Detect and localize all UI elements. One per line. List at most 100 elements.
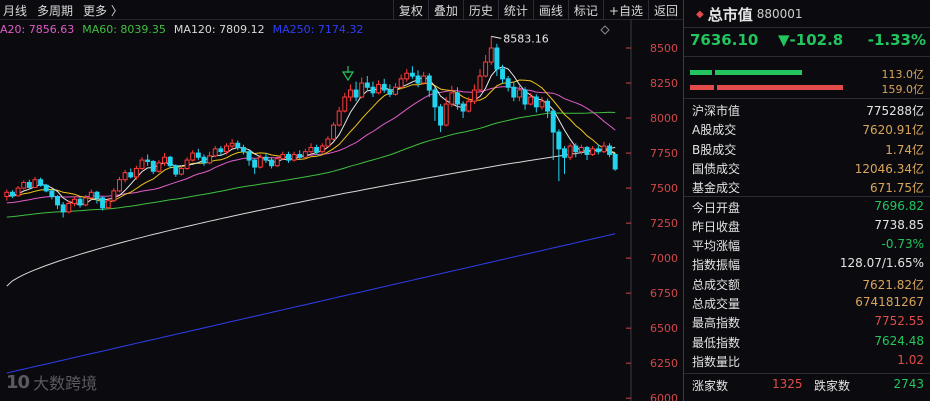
candle-body bbox=[111, 190, 117, 202]
decliners-count: 2743 bbox=[893, 377, 924, 391]
candle-body bbox=[528, 96, 534, 105]
chart-toolbar: 月线 多周期 更多 〉 复权 叠加 历史 统计 画线 标记 +自选 返回 bbox=[0, 0, 683, 20]
overlay-button[interactable]: 叠加 bbox=[427, 0, 463, 20]
candle-body bbox=[274, 158, 280, 167]
stat-value: 775288亿 bbox=[866, 104, 924, 118]
y-tick-label: 6750 bbox=[650, 287, 678, 300]
candle-body bbox=[77, 198, 83, 206]
candle-body bbox=[15, 187, 21, 197]
candle-body bbox=[314, 146, 320, 153]
stat-row-treasury-turnover: 国债成交 12046.34亿 bbox=[684, 159, 930, 177]
candle-body bbox=[263, 156, 269, 161]
stat-label: 基金成交 bbox=[692, 181, 741, 196]
stat-label: 最低指数 bbox=[692, 335, 741, 350]
y-tick-label: 8000 bbox=[650, 112, 678, 125]
candle-body bbox=[364, 82, 370, 88]
candle-body bbox=[240, 146, 246, 153]
ma60-line bbox=[6, 111, 616, 218]
candle-body bbox=[122, 172, 128, 181]
candle-body bbox=[55, 195, 60, 206]
tab-monthly[interactable]: 月线 bbox=[3, 2, 27, 19]
stat-value: 128.07/1.65% bbox=[839, 256, 924, 271]
price-plot[interactable]: 8500 8250 8000 7750 7500 7250 7000 6750 6500 6250… bbox=[0, 20, 683, 401]
candle-body bbox=[9, 191, 15, 197]
candle-body bbox=[336, 110, 342, 126]
index-title: ◆ 总市值 880001 bbox=[684, 4, 930, 24]
candle-body bbox=[302, 151, 308, 158]
tab-more[interactable]: 更多 〉 bbox=[83, 2, 123, 19]
advancers-count: 1325 bbox=[772, 377, 803, 391]
candle-body bbox=[539, 100, 545, 108]
statistics-button[interactable]: 统计 bbox=[497, 0, 533, 20]
inflow-bar-row: 113.0亿 bbox=[690, 67, 926, 81]
candle-body bbox=[60, 204, 66, 213]
y-tick-label: 7500 bbox=[650, 182, 678, 195]
candle-body bbox=[353, 89, 359, 98]
candle-body bbox=[567, 145, 573, 158]
tab-multi-period[interactable]: 多周期 bbox=[37, 2, 73, 19]
candle-body bbox=[128, 172, 134, 178]
mark-button[interactable]: 标记 bbox=[567, 0, 603, 20]
candle-body bbox=[319, 145, 325, 153]
index-code: 880001 bbox=[756, 7, 803, 21]
candle-body bbox=[347, 89, 353, 98]
candle-body bbox=[252, 159, 258, 168]
candle-body bbox=[415, 75, 421, 84]
advance-decline-row: 涨家数 1325 跌家数 2743 bbox=[684, 376, 930, 394]
arrow-marker-icon bbox=[341, 71, 355, 82]
y-tick-label: 7250 bbox=[650, 217, 678, 230]
candle-body bbox=[207, 155, 213, 164]
high-label: 8583.16 bbox=[503, 32, 548, 45]
candle-body bbox=[578, 146, 584, 153]
stat-row-today-open: 今日开盘 7696.82 bbox=[684, 198, 930, 216]
candle-body bbox=[173, 165, 179, 175]
candle-body bbox=[4, 191, 10, 197]
candle-body bbox=[105, 200, 111, 209]
decliners-label: 跌家数 bbox=[814, 379, 851, 393]
candle-body bbox=[184, 159, 190, 169]
add-watchlist-button[interactable]: +自选 bbox=[602, 0, 648, 20]
candle-body bbox=[88, 191, 94, 199]
y-tick-label: 6250 bbox=[650, 357, 678, 370]
divider bbox=[684, 195, 930, 197]
candle-body bbox=[71, 198, 77, 204]
back-button[interactable]: 返回 bbox=[647, 0, 683, 20]
history-button[interactable]: 历史 bbox=[462, 0, 498, 20]
inflow-bar bbox=[690, 70, 713, 75]
candle-body bbox=[381, 83, 387, 91]
candle-body bbox=[359, 82, 365, 98]
stat-value: 7621.82亿 bbox=[862, 277, 924, 292]
stat-row-highest-index: 最高指数 7752.55 bbox=[684, 313, 930, 331]
candle-body bbox=[331, 124, 337, 140]
candle-body bbox=[325, 138, 331, 147]
candle-body bbox=[387, 89, 393, 95]
candle-body bbox=[32, 179, 38, 188]
outflow-value: 159.0亿 bbox=[881, 83, 925, 96]
price-row: 7636.10 ▼-102.8 -1.33% bbox=[684, 31, 930, 51]
candle-body bbox=[195, 152, 201, 158]
candle-body bbox=[426, 75, 432, 91]
candle-body bbox=[218, 148, 224, 153]
candle-body bbox=[201, 156, 207, 164]
bullet-icon: ◆ bbox=[696, 8, 704, 20]
adjust-button[interactable]: 复权 bbox=[392, 0, 428, 20]
watermark-logo: 10 bbox=[6, 371, 30, 393]
stat-label: 最高指数 bbox=[692, 316, 741, 331]
candle-body bbox=[150, 160, 156, 172]
outflow-bar-row: 159.0亿 bbox=[690, 82, 926, 96]
inflow-value: 113.0亿 bbox=[881, 68, 925, 81]
ma5-line bbox=[6, 66, 616, 206]
candle-body bbox=[38, 179, 44, 186]
stat-label: 今日开盘 bbox=[692, 200, 741, 215]
watermark-text: 大数跨境 bbox=[33, 374, 98, 393]
candle-body bbox=[409, 72, 415, 77]
candle-body bbox=[573, 145, 579, 153]
outflow-bar-segment bbox=[717, 85, 843, 90]
draw-line-button[interactable]: 画线 bbox=[532, 0, 568, 20]
price-change-pct: -1.33% bbox=[867, 31, 926, 49]
chart-actions: 复权 叠加 历史 统计 画线 标记 +自选 返回 bbox=[392, 0, 683, 20]
candle-body bbox=[285, 153, 291, 161]
candle-body bbox=[49, 190, 55, 197]
kline-chart-area[interactable]: 月线 多周期 更多 〉 复权 叠加 历史 统计 画线 标记 +自选 返回 A20… bbox=[0, 0, 683, 401]
candle-body bbox=[291, 153, 297, 161]
